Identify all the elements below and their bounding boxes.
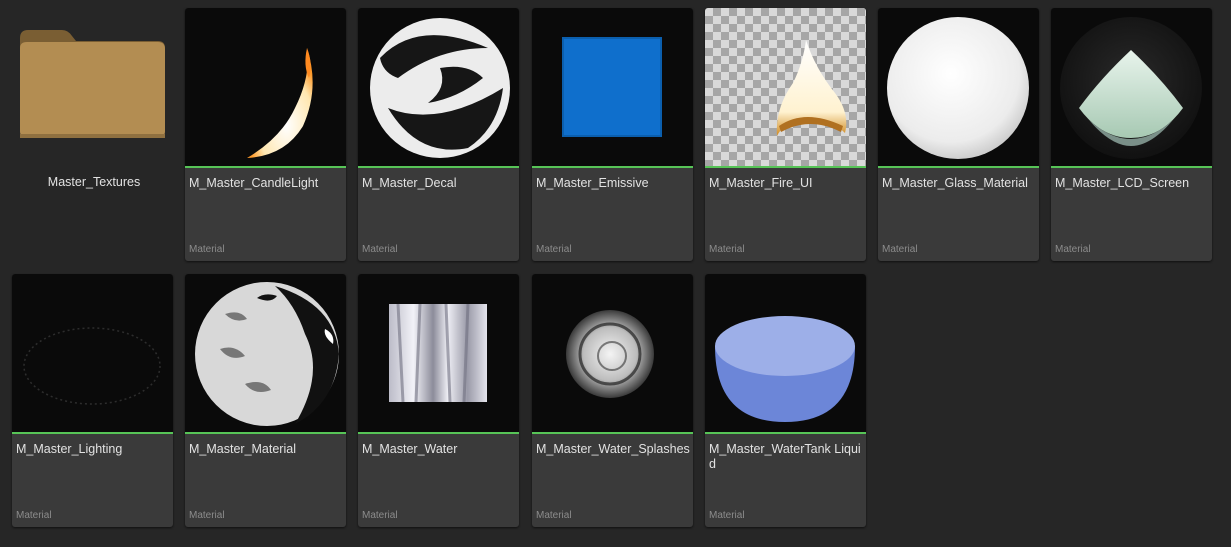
asset-type: Material [362, 244, 398, 255]
material-type-bar [705, 432, 866, 434]
asset-tile-fire-ui[interactable]: M_Master_Fire_UI Material [705, 8, 866, 261]
asset-thumbnail [532, 8, 693, 166]
material-type-bar [1051, 166, 1212, 168]
asset-thumbnail [705, 274, 866, 432]
folder-name: Master_Textures [47, 175, 141, 189]
material-type-bar [12, 432, 173, 434]
asset-type: Material [882, 244, 918, 255]
asset-thumbnail [705, 8, 866, 166]
asset-tile-lighting[interactable]: M_Master_Lighting Material [12, 274, 173, 527]
asset-name: M_Master_WaterTank Liquid [709, 442, 861, 471]
asset-tile-lcd-screen[interactable]: M_Master_LCD_Screen Material [1051, 8, 1212, 261]
asset-name: M_Master_Lighting [16, 442, 123, 456]
asset-type: Material [189, 510, 225, 521]
asset-name: M_Master_Decal [362, 176, 457, 190]
asset-name: M_Master_LCD_Screen [1055, 176, 1190, 190]
asset-thumbnail [878, 8, 1039, 166]
material-type-bar [358, 432, 519, 434]
asset-type: Material [709, 510, 745, 521]
asset-tile-water[interactable]: M_Master_Water Material [358, 274, 519, 527]
asset-type: Material [536, 244, 572, 255]
asset-tile-glass[interactable]: M_Master_Glass_Material Material [878, 8, 1039, 261]
asset-thumbnail [358, 8, 519, 166]
folder-icon [20, 30, 165, 138]
asset-type: Material [16, 510, 52, 521]
asset-type: Material [362, 510, 398, 521]
asset-name: M_Master_Water [362, 442, 458, 456]
material-type-bar [532, 166, 693, 168]
asset-thumbnail [532, 274, 693, 432]
material-type-bar [532, 432, 693, 434]
asset-type: Material [709, 244, 745, 255]
asset-name: M_Master_Glass_Material [882, 176, 1028, 190]
asset-tile-decal[interactable]: M_Master_Decal Material [358, 8, 519, 261]
asset-type: Material [189, 244, 225, 255]
asset-name: M_Master_Fire_UI [709, 176, 813, 190]
asset-tile-candlelight[interactable]: M_Master_CandleLight Material [185, 8, 346, 261]
asset-tile-watertank-liquid[interactable]: M_Master_WaterTank Liquid Material [705, 274, 866, 527]
material-type-bar [185, 166, 346, 168]
asset-name: M_Master_Material [189, 442, 296, 456]
material-type-bar [878, 166, 1039, 168]
asset-thumbnail [12, 274, 173, 432]
asset-type: Material [1055, 244, 1091, 255]
asset-thumbnail [185, 8, 346, 166]
content-browser-asset-grid: Master_Textures M_Master_CandleLight Mat… [0, 0, 1231, 547]
asset-tile-water-splashes[interactable]: M_Master_Water_Splashes Material [532, 274, 693, 527]
asset-name: M_Master_Water_Splashes [536, 442, 690, 456]
material-type-bar [358, 166, 519, 168]
asset-thumbnail [358, 274, 519, 432]
asset-tile-emissive[interactable]: M_Master_Emissive Material [532, 8, 693, 261]
asset-tile-material[interactable]: M_Master_Material Material [185, 274, 346, 527]
asset-name: M_Master_CandleLight [189, 176, 319, 190]
asset-type: Material [536, 510, 572, 521]
asset-name: M_Master_Emissive [536, 176, 649, 190]
asset-thumbnail [185, 274, 346, 432]
material-type-bar [705, 166, 866, 168]
material-type-bar [185, 432, 346, 434]
folder-master-textures[interactable]: Master_Textures [12, 8, 176, 261]
asset-thumbnail [1051, 8, 1212, 166]
